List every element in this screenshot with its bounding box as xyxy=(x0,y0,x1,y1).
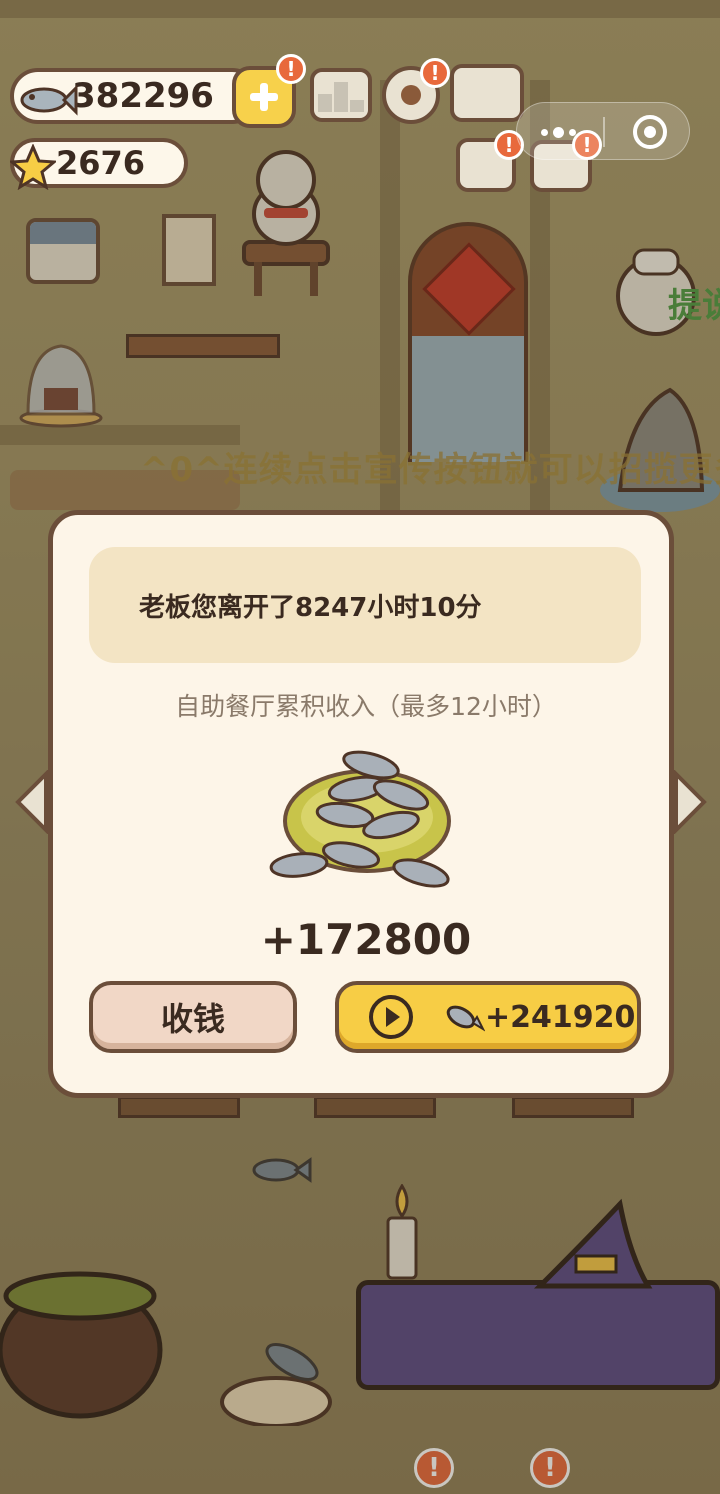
coin-counter: 382296 xyxy=(10,68,260,124)
collect-button[interactable]: 收钱 xyxy=(89,981,297,1053)
plus-icon xyxy=(250,83,278,111)
fish-pile-icon xyxy=(269,750,451,888)
play-icon xyxy=(369,995,413,1039)
target-icon[interactable] xyxy=(633,115,667,149)
fish-icon xyxy=(446,1005,485,1032)
menu-dots-icon[interactable] xyxy=(541,127,576,138)
away-message-text: 老板您离开了8247小时10分 xyxy=(139,592,482,623)
star-value: 2676 xyxy=(56,144,146,182)
cat-book-icon[interactable] xyxy=(450,64,524,122)
income-amount: +172800 xyxy=(260,915,472,964)
star-icon xyxy=(10,144,56,190)
ranking-icon[interactable] xyxy=(310,68,372,122)
alert-badge: ! xyxy=(276,54,306,84)
offline-income-dialog: 老板您离开了8247小时10分 自助餐厅累积收入（最多12小时） +172800… xyxy=(48,510,674,1098)
income-label: 自助餐厅累积收入（最多12小时） xyxy=(175,692,557,721)
video-reward-amount: +241920 xyxy=(485,999,636,1035)
coin-value: 382296 xyxy=(72,76,214,116)
alert-badge: ! xyxy=(420,58,450,88)
collect-button-label: 收钱 xyxy=(160,1000,225,1038)
watch-video-double-button[interactable]: +241920 xyxy=(335,981,641,1053)
fish-icon xyxy=(20,84,78,116)
left-arrow-icon[interactable] xyxy=(14,770,50,834)
away-message: 老板您离开了8247小时10分 xyxy=(89,547,641,663)
miniprogram-capsule xyxy=(516,102,690,160)
right-arrow-icon[interactable] xyxy=(672,770,708,834)
star-counter: 2676 xyxy=(10,138,188,190)
